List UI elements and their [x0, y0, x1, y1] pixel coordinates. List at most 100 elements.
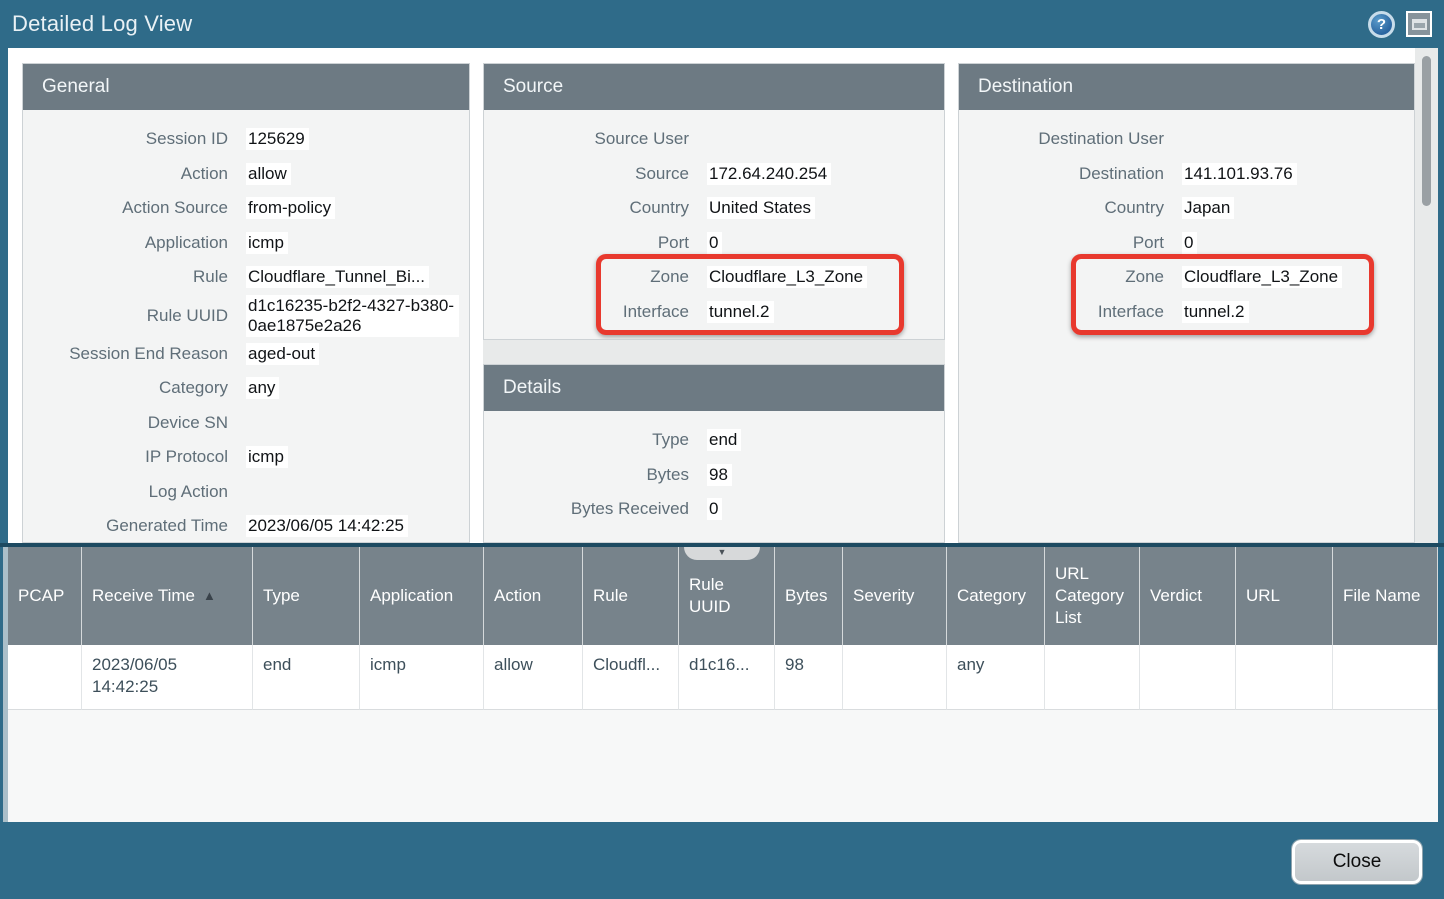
field-label-source: Source: [484, 164, 689, 184]
table-cell-action[interactable]: allow: [484, 645, 583, 710]
column-header-label: Receive Time: [92, 585, 195, 607]
field-row-destination-user: Destination User: [959, 122, 1404, 157]
vertical-scrollbar[interactable]: [1415, 48, 1438, 543]
field-label-log-action: Log Action: [23, 482, 228, 502]
field-label-action-source: Action Source: [23, 198, 228, 218]
close-button[interactable]: Close: [1292, 840, 1422, 884]
field-value-destination: 141.101.93.76: [1182, 163, 1297, 185]
table-cell-application[interactable]: icmp: [360, 645, 484, 710]
column-header-url[interactable]: URL: [1236, 547, 1333, 645]
column-header-label: Severity: [853, 585, 914, 607]
panel-title-details: Details: [484, 365, 944, 411]
column-header-label: Verdict: [1150, 585, 1202, 607]
field-value-log-action: [246, 491, 252, 493]
table-cell-receive-time[interactable]: 2023/06/05 14:42:25: [82, 645, 253, 710]
field-value-interface: tunnel.2: [707, 301, 774, 323]
field-label-device-sn: Device SN: [23, 413, 228, 433]
destination-panel-body: Destination User Destination 141.101.93.76…: [959, 110, 1414, 542]
column-header-receive-time[interactable]: Receive Time▲: [82, 547, 253, 645]
column-header-label: Application: [370, 585, 453, 607]
field-value-source-user: [707, 138, 713, 140]
field-label-session-id: Session ID: [23, 129, 228, 149]
details-panel: DetailsTypeendBytes98Bytes Received0: [483, 364, 945, 543]
field-label-destination: Destination: [959, 164, 1164, 184]
field-row-port: Port 0: [484, 226, 934, 261]
column-header-verdict[interactable]: Verdict: [1140, 547, 1236, 645]
field-row-type: Typeend: [484, 423, 934, 458]
column-header-url-category-list[interactable]: URL Category List: [1045, 547, 1140, 645]
field-label-type: Type: [484, 430, 689, 450]
window-restore-icon[interactable]: [1406, 11, 1432, 37]
help-icon[interactable]: ?: [1368, 11, 1395, 38]
field-row-log-action: Log Action: [23, 475, 459, 510]
column-header-label: URL: [1246, 585, 1280, 607]
field-row-generated-time: Generated Time2023/06/05 14:42:25: [23, 509, 459, 542]
field-label-interface: Interface: [959, 302, 1164, 322]
field-value-source: 172.64.240.254: [707, 163, 831, 185]
table-cell-verdict[interactable]: [1140, 645, 1236, 710]
field-label-country: Country: [959, 198, 1164, 218]
field-row-category: Categoryany: [23, 371, 459, 406]
collapse-handle[interactable]: ▼: [684, 547, 760, 560]
table-cell-severity[interactable]: [843, 645, 947, 710]
field-value-session-end-reason: aged-out: [246, 343, 319, 365]
table-cell-type[interactable]: end: [253, 645, 360, 710]
destination-panel: DestinationDestination User Destination 14…: [958, 63, 1415, 543]
field-row-country: CountryUnited States: [484, 191, 934, 226]
field-label-interface: Interface: [484, 302, 689, 322]
log-table-region: ▼ PCAP Receive Time▲Type Application Action…: [0, 543, 1444, 822]
general-panel: GeneralSession ID125629ActionallowAction…: [22, 63, 470, 543]
field-label-zone: Zone: [959, 267, 1164, 287]
page-title: Detailed Log View: [12, 11, 192, 37]
field-value-port: 0: [707, 232, 722, 254]
field-label-bytes-received: Bytes Received: [484, 499, 689, 519]
panel-title-general: General: [23, 64, 469, 110]
column-header-rule-uuid[interactable]: Rule UUID: [679, 547, 775, 645]
field-value-action: allow: [246, 163, 291, 185]
table-cell-file-name[interactable]: [1333, 645, 1438, 710]
panel-title-source: Source: [484, 64, 944, 110]
table-cell-url[interactable]: [1236, 645, 1333, 710]
dialog-titlebar: Detailed Log View ?: [0, 0, 1444, 48]
table-cell-category[interactable]: any: [947, 645, 1045, 710]
field-row-bytes: Bytes98: [484, 458, 934, 493]
field-value-action-source: from-policy: [246, 197, 335, 219]
table-cell-url-category-list[interactable]: [1045, 645, 1140, 710]
column-header-label: Category: [957, 585, 1026, 607]
window-glyph: [1412, 19, 1427, 30]
column-header-application[interactable]: Application: [360, 547, 484, 645]
field-row-source-user: Source User: [484, 122, 934, 157]
table-cell-pcap[interactable]: [8, 645, 82, 710]
field-label-source-user: Source User: [484, 129, 689, 149]
column-header-pcap[interactable]: PCAP: [8, 547, 82, 645]
column-header-label: PCAP: [18, 585, 64, 607]
column-header-action[interactable]: Action: [484, 547, 583, 645]
field-label-rule-uuid: Rule UUID: [23, 306, 228, 326]
table-cell-rule-uuid[interactable]: d1c16...: [679, 645, 775, 710]
column-header-type[interactable]: Type: [253, 547, 360, 645]
field-row-interface: Interface tunnel.2: [959, 295, 1404, 330]
table-empty-area: [8, 710, 1438, 822]
table-cell-bytes[interactable]: 98: [775, 645, 843, 710]
column-header-bytes[interactable]: Bytes: [775, 547, 843, 645]
field-row-session-id: Session ID 125629: [23, 122, 459, 157]
table-cell-rule[interactable]: Cloudfl...: [583, 645, 679, 710]
column-header-severity[interactable]: Severity: [843, 547, 947, 645]
field-value-category: any: [246, 377, 279, 399]
details-panel-body: TypeendBytes98Bytes Received0: [484, 411, 944, 542]
chevron-down-icon: ▼: [718, 547, 727, 557]
column-header-rule[interactable]: Rule: [583, 547, 679, 645]
field-label-destination-user: Destination User: [959, 129, 1164, 149]
field-row-device-sn: Device SN: [23, 406, 459, 441]
field-value-session-id: 125629: [246, 128, 309, 150]
field-label-ip-protocol: IP Protocol: [23, 447, 228, 467]
column-header-category[interactable]: Category: [947, 547, 1045, 645]
column-header-label: Rule UUID: [689, 574, 764, 618]
column-header-file-name[interactable]: File Name: [1333, 547, 1438, 645]
field-row-zone: ZoneCloudflare_L3_Zone: [484, 260, 934, 295]
field-value-interface: tunnel.2: [1182, 301, 1249, 323]
scrollbar-thumb[interactable]: [1422, 56, 1431, 206]
field-label-port: Port: [484, 233, 689, 253]
field-row-rule-uuid: Rule UUIDd1c16235-b2f2-4327-b380-0ae1875…: [23, 295, 459, 337]
field-value-application: icmp: [246, 232, 288, 254]
